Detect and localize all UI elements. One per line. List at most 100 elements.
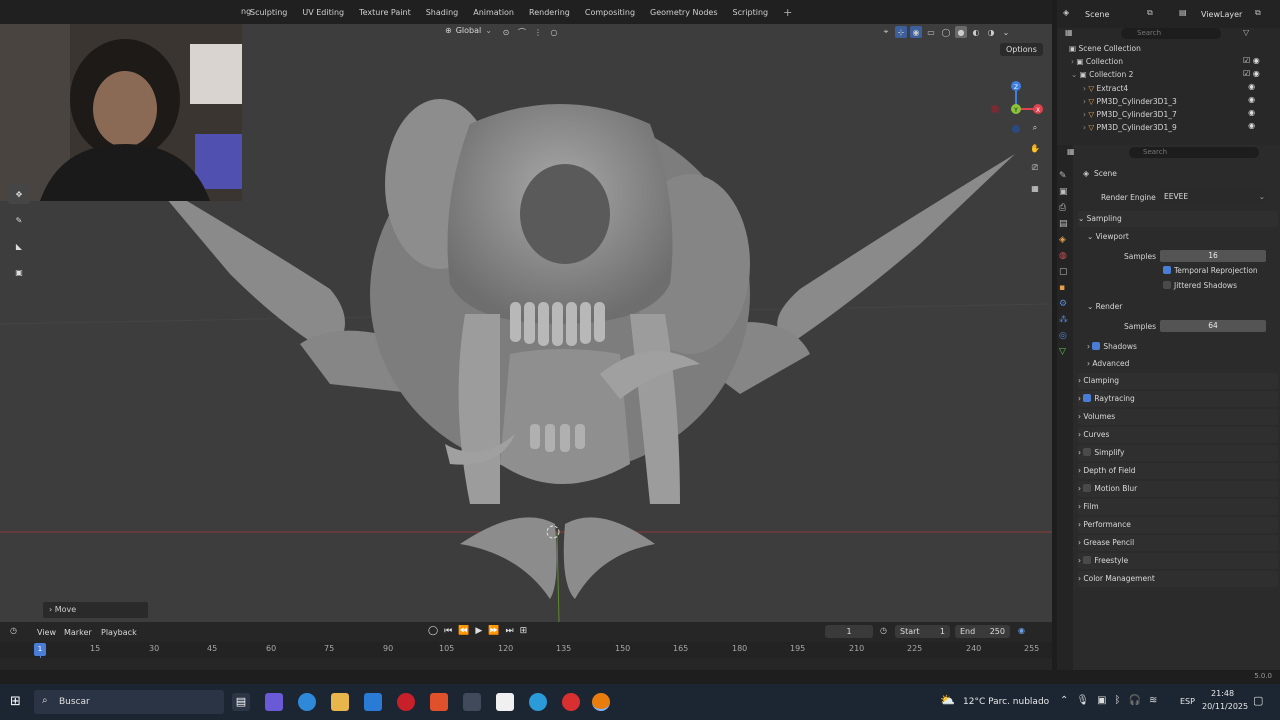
snap-icon[interactable]: ⌒ — [516, 26, 528, 38]
viewport-samples-field[interactable]: 16 — [1160, 250, 1266, 262]
mail-icon[interactable] — [364, 693, 382, 711]
keyboard-language[interactable]: ESP — [1180, 697, 1195, 706]
eye-icon[interactable]: ◉ — [1243, 82, 1273, 91]
new-view-layer-icon[interactable]: ⧉ — [1255, 8, 1261, 18]
playhead[interactable]: 1 — [34, 643, 46, 656]
chevron-up-icon[interactable]: ⌃ — [1060, 695, 1068, 706]
clock-time[interactable]: 21:48 — [1211, 689, 1234, 698]
play-icon[interactable]: ▶ — [475, 626, 482, 636]
section-curves[interactable]: › Curves — [1078, 427, 1278, 443]
tab-shading[interactable]: Shading — [426, 8, 459, 17]
physics-tab-icon[interactable]: ◎ — [1059, 331, 1073, 341]
shadows-subsection[interactable]: › Shadows — [1087, 342, 1137, 351]
tab-animation[interactable]: Animation — [473, 8, 514, 17]
eye-icon[interactable]: ◉ — [1243, 121, 1273, 130]
snap-target-icon[interactable]: ⋮ — [532, 26, 544, 38]
solid-shading-icon[interactable]: ● — [955, 26, 967, 38]
clock-date[interactable]: 20/11/2025 — [1202, 702, 1248, 711]
subsection-viewport[interactable]: ⌄ Viewport — [1087, 232, 1129, 241]
brave-icon[interactable] — [430, 693, 448, 711]
editor-type-icon[interactable]: ◷ — [10, 626, 17, 635]
wireframe-shading-icon[interactable]: ◯ — [940, 26, 952, 38]
tab-compositing[interactable]: Compositing — [585, 8, 635, 17]
tab-sculpting[interactable]: Sculpting — [250, 8, 287, 17]
prev-keyframe-icon[interactable]: ⏪ — [458, 626, 469, 636]
view-layer-tab-icon[interactable]: ▤ — [1059, 219, 1073, 229]
safari-like-icon[interactable] — [529, 693, 547, 711]
zoom-icon[interactable]: ⌕ — [1027, 120, 1043, 136]
scene-selector[interactable]: Scene — [1085, 10, 1109, 19]
material-shading-icon[interactable]: ◐ — [970, 26, 982, 38]
section-performance[interactable]: › Performance — [1078, 517, 1278, 533]
output-tab-icon[interactable]: ⎙ — [1059, 203, 1073, 213]
section-freestyle[interactable]: › Freestyle — [1078, 553, 1278, 569]
render-engine-dropdown[interactable]: EEVEE ⌄ — [1159, 190, 1269, 203]
blender-taskbar-icon[interactable] — [592, 693, 610, 711]
shading-options-icon[interactable]: ⌄ — [1000, 26, 1012, 38]
section-film[interactable]: › Film — [1078, 499, 1278, 515]
view-menu[interactable]: View — [37, 628, 56, 637]
microphone-icon[interactable]: 🎙 — [1076, 695, 1089, 706]
overlays-icon[interactable]: ◉ — [910, 26, 922, 38]
timeline-ruler[interactable]: 1 15 30 45 60 75 90 105 120 135 150 165 … — [0, 642, 1052, 670]
filter-icon[interactable]: ▽ — [1243, 28, 1249, 37]
render-tab-icon[interactable]: ▣ — [1059, 187, 1073, 197]
jump-start-icon[interactable]: ⏮ — [444, 626, 452, 636]
rendered-shading-icon[interactable]: ◑ — [985, 26, 997, 38]
options-button[interactable]: Options — [1000, 43, 1043, 56]
edge-icon[interactable] — [298, 693, 316, 711]
measure-tool-icon[interactable]: ◣ — [8, 236, 30, 256]
subsection-render[interactable]: ⌄ Render — [1087, 302, 1122, 311]
last-operator-panel[interactable]: › Move — [43, 602, 148, 618]
obs-icon[interactable] — [562, 693, 580, 711]
eye-icon[interactable]: ☑ ◉ — [1243, 56, 1273, 65]
visibility-icon[interactable]: ⌖ — [880, 26, 892, 38]
display-mode-icon[interactable]: ▦ — [1065, 28, 1073, 37]
pivot-icon[interactable]: ⊙ — [500, 26, 512, 38]
sync-icon[interactable]: ◉ — [1018, 626, 1025, 635]
record-icon[interactable]: ◯ — [428, 626, 438, 636]
scene-tab-icon[interactable]: ◈ — [1059, 235, 1073, 245]
eye-icon[interactable]: ☑ ◉ — [1243, 69, 1273, 78]
world-tab-icon[interactable]: ◍ — [1059, 251, 1073, 261]
jump-end-icon[interactable]: ⏭ — [506, 626, 514, 636]
display-icon[interactable]: ▣ — [1097, 695, 1106, 706]
section-simplify[interactable]: › Simplify — [1078, 445, 1278, 461]
section-clamping[interactable]: › Clamping — [1078, 373, 1278, 389]
properties-search-input[interactable]: Search — [1129, 147, 1259, 158]
outliner-row-scene-collection[interactable]: ▣ Scene Collection — [1057, 42, 1280, 55]
editor-type-icon[interactable]: ▦ — [1067, 147, 1075, 156]
section-grease-pencil[interactable]: › Grease Pencil — [1078, 535, 1278, 551]
section-color-management[interactable]: › Color Management — [1078, 571, 1278, 587]
eye-icon[interactable]: ◉ — [1243, 108, 1273, 117]
tab-uv-editing[interactable]: UV Editing — [302, 8, 344, 17]
jittered-shadows-checkbox[interactable]: Jittered Shadows — [1163, 281, 1237, 290]
tab-rendering[interactable]: Rendering — [529, 8, 570, 17]
transform-orientation[interactable]: ⊕ Global ⌄ — [445, 26, 492, 35]
camera-view-icon[interactable]: ⎚ — [1027, 160, 1043, 176]
keying-icon[interactable]: ⊞ — [520, 626, 528, 636]
outliner-search-input[interactable]: Search — [1121, 28, 1221, 39]
particles-tab-icon[interactable]: ⁂ — [1059, 315, 1073, 325]
new-scene-icon[interactable]: ⧉ — [1147, 8, 1153, 18]
proportional-edit-icon[interactable]: ○ — [548, 26, 560, 38]
taskbar-search-box[interactable]: ⌕ Buscar — [34, 690, 224, 714]
tool-tab-icon[interactable]: ✎ — [1059, 171, 1073, 181]
copilot-icon[interactable] — [265, 693, 283, 711]
annotate-tool-icon[interactable]: ✎ — [8, 210, 30, 230]
render-samples-field[interactable]: 64 — [1160, 320, 1266, 332]
collection-tab-icon[interactable]: ▢ — [1059, 267, 1073, 277]
weather-text[interactable]: 12°C Parc. nublado — [963, 697, 1049, 707]
advanced-subsection[interactable]: › Advanced — [1087, 359, 1129, 368]
section-volumes[interactable]: › Volumes — [1078, 409, 1278, 425]
task-view-icon[interactable]: ▤ — [232, 693, 250, 711]
next-keyframe-icon[interactable]: ⏩ — [488, 626, 499, 636]
temporal-reprojection-checkbox[interactable]: Temporal Reprojection — [1163, 266, 1258, 275]
xray-icon[interactable]: ▭ — [925, 26, 937, 38]
end-frame-field[interactable]: End 250 — [955, 625, 1010, 638]
pan-hand-icon[interactable]: ✋ — [1027, 140, 1043, 156]
view-layer-selector[interactable]: ViewLayer — [1201, 10, 1242, 19]
playback-menu[interactable]: Playback — [101, 628, 137, 637]
section-sampling[interactable]: ⌄ Sampling — [1078, 211, 1278, 227]
notifications-icon[interactable]: ▢ — [1253, 694, 1263, 707]
